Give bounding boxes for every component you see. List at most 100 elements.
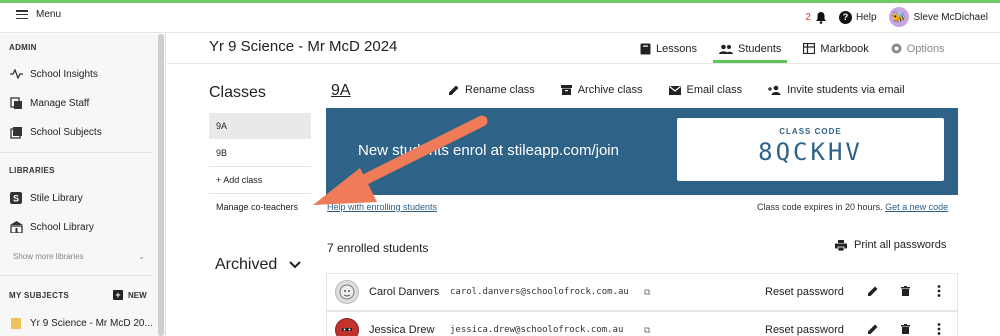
student-email: carol.danvers@schoolofrock.com.au [450, 287, 629, 297]
archive-icon [560, 85, 572, 95]
sidebar-item-school-subjects[interactable]: School Subjects [9, 125, 102, 139]
more-options-icon[interactable] [937, 284, 941, 300]
enrolled-count: 7 enrolled students [327, 241, 429, 255]
svg-text:S: S [13, 194, 19, 204]
add-person-icon [768, 85, 781, 95]
printer-icon [835, 239, 847, 251]
copy-icon[interactable]: ⧉ [644, 287, 650, 298]
enrol-instructions: New students enrol at stileapp.com/join [358, 142, 619, 159]
header-divider [167, 63, 1000, 64]
menu-label: Menu [36, 9, 62, 20]
more-options-icon[interactable] [937, 322, 941, 336]
student-name: Carol Danvers [369, 286, 440, 298]
email-class-button[interactable]: Email class [668, 84, 743, 96]
mail-icon [668, 85, 681, 95]
archived-toggle[interactable]: Archived [215, 256, 301, 274]
enrol-banner: New students enrol at stileapp.com/join … [326, 108, 958, 195]
delete-icon[interactable] [901, 285, 910, 299]
reset-password-button[interactable]: Reset password [765, 324, 844, 336]
sidebar-item-manage-staff[interactable]: Manage Staff [9, 96, 89, 110]
reset-password-button[interactable]: Reset password [765, 286, 844, 298]
page-title: Yr 9 Science - Mr McD 2024 [209, 38, 398, 55]
gear-icon [891, 43, 902, 54]
invite-students-button[interactable]: Invite students via email [768, 84, 905, 96]
rename-class-button[interactable]: Rename class [449, 84, 535, 96]
sidebar-item-label: School Insights [30, 68, 98, 80]
delete-icon[interactable] [901, 323, 910, 336]
student-avatar [335, 318, 359, 336]
sidebar: ADMIN School Insights Manage Staff Schoo… [0, 34, 166, 336]
sidebar-item-school-library[interactable]: School Library [9, 220, 94, 234]
bell-icon [815, 11, 826, 24]
action-label: Rename class [465, 84, 535, 96]
hamburger-icon [16, 10, 28, 19]
new-subject-button[interactable]: + NEW [113, 290, 147, 300]
sidebar-scrollbar[interactable] [158, 34, 164, 336]
get-new-code-link[interactable]: Get a new code [885, 202, 948, 212]
print-label: Print all passwords [854, 239, 947, 251]
school-building-icon [9, 220, 23, 234]
chevron-down-icon: ⌄ [138, 252, 145, 261]
user-name: Sleve McDichael [913, 11, 988, 23]
sidebar-item-subject[interactable]: Yr 9 Science - Mr McD 20... [9, 316, 153, 330]
show-more-label: Show more libraries [13, 252, 84, 261]
staff-icon [9, 96, 23, 110]
pencil-icon [449, 85, 459, 95]
folder-icon [9, 316, 23, 330]
sidebar-item-stile-library[interactable]: S Stile Library [9, 191, 83, 205]
top-bar: Menu 2 ? Help 🐝 Sleve McDichael [0, 3, 1000, 33]
sidebar-item-label: School Subjects [30, 126, 102, 138]
edit-icon[interactable] [868, 324, 878, 336]
sidebar-divider [0, 275, 152, 276]
sidebar-divider [0, 152, 152, 153]
help-icon: ? [838, 10, 852, 24]
code-expiry: Class code expires in 20 hours. Get a ne… [757, 202, 948, 212]
help-enrolling-link[interactable]: Help with enrolling students [327, 202, 437, 212]
class-item-9a[interactable]: 9A [209, 113, 311, 139]
tab-label: Students [737, 42, 782, 55]
action-label: Invite students via email [787, 84, 905, 96]
help-label: Help [855, 11, 877, 23]
subjects-icon [9, 125, 23, 139]
people-icon [718, 44, 733, 54]
avatar: 🐝 [888, 7, 909, 27]
table-row: Carol Danvers carol.danvers@schoolofrock… [326, 273, 958, 311]
activity-icon [9, 67, 23, 81]
sidebar-item-label: School Library [30, 221, 94, 233]
notification-count: 2 [805, 11, 811, 23]
archive-class-button[interactable]: Archive class [560, 84, 643, 96]
help-button[interactable]: ? Help [838, 10, 877, 24]
archived-label: Archived [215, 256, 278, 273]
action-label: Email class [686, 84, 743, 96]
book-icon [640, 43, 651, 54]
add-class-button[interactable]: + Add class [209, 167, 311, 193]
tab-students[interactable]: Students [712, 34, 788, 63]
class-item-9b[interactable]: 9B [209, 140, 311, 166]
libraries-heading: LIBRARIES [9, 166, 55, 175]
class-code-box: CLASS CODE 8QCKHV [677, 118, 944, 181]
class-actions: Rename class Archive class Email class I… [449, 84, 905, 96]
tab-label: Lessons [656, 42, 697, 55]
tab-lessons[interactable]: Lessons [640, 34, 697, 63]
tab-markbook[interactable]: Markbook [803, 34, 869, 63]
print-passwords-button[interactable]: Print all passwords [835, 239, 946, 251]
tab-options[interactable]: Options [891, 34, 945, 63]
admin-heading: ADMIN [9, 43, 37, 52]
sidebar-item-label: Manage Staff [30, 97, 90, 109]
manage-coteachers-button[interactable]: Manage co-teachers [209, 194, 311, 220]
notifications-button[interactable]: 2 [805, 11, 827, 24]
sidebar-item-school-insights[interactable]: School Insights [9, 67, 98, 81]
edit-icon[interactable] [868, 286, 878, 299]
tab-label: Markbook [820, 42, 869, 55]
grid-icon [803, 43, 816, 54]
menu-button[interactable]: Menu [16, 9, 61, 20]
show-more-libraries[interactable]: Show more libraries ⌄ [13, 252, 145, 261]
table-row: Jessica Drew jessica.drew@schoolofrock.c… [326, 311, 958, 336]
tab-label: Options [906, 42, 945, 55]
stile-logo-icon: S [9, 191, 23, 205]
class-code-value: 8QCKHV [758, 138, 863, 166]
user-menu[interactable]: 🐝 Sleve McDichael [888, 7, 988, 27]
copy-icon[interactable]: ⧉ [644, 325, 650, 336]
student-avatar [335, 280, 359, 304]
student-name: Jessica Drew [369, 324, 435, 336]
